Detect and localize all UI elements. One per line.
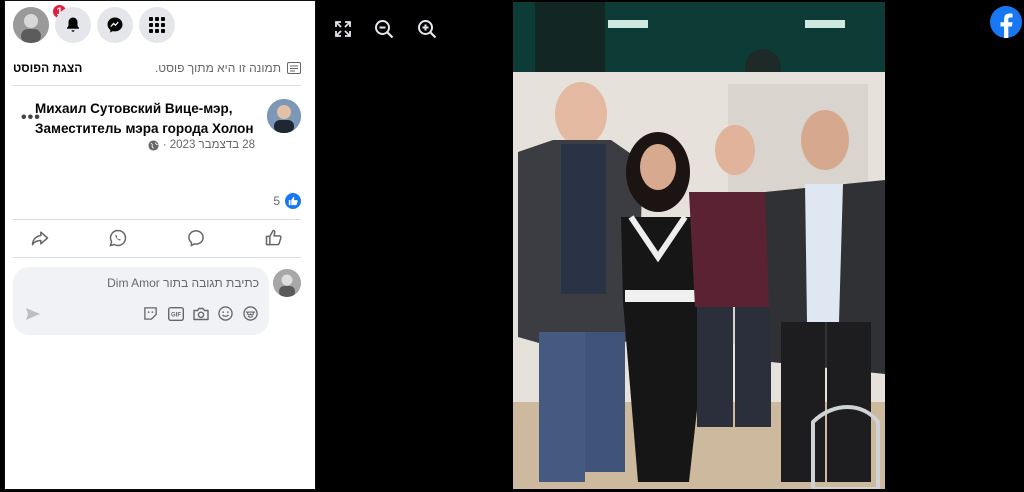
divider [13,219,301,220]
like-button[interactable] [263,227,285,249]
emoji-icon [218,306,233,321]
fullscreen-button[interactable] [332,18,354,40]
whatsapp-button[interactable] [107,227,129,249]
share-button[interactable] [29,227,51,249]
reaction-summary[interactable]: 5 [273,193,301,209]
send-icon[interactable] [25,307,41,321]
expand-icon [335,21,351,37]
avatar-sticker-button[interactable] [242,305,259,322]
photo-from-post-text: תמונה זו היא מתוך פוסט. [154,61,281,75]
comment-button[interactable] [185,227,207,249]
divider [13,257,301,258]
menu-button[interactable] [139,7,175,43]
menu-grid-icon [149,17,165,33]
sticker-icon [144,307,157,320]
like-reaction-icon [285,193,301,209]
commenter-avatar[interactable] [273,269,301,297]
globe-icon [148,139,159,151]
gif-icon: GIF [167,306,184,321]
post-date[interactable]: 28 בדצמבר 2023 · [148,139,255,151]
zoom-in-button[interactable] [416,18,438,40]
like-icon [265,229,282,246]
gif-button[interactable]: GIF [167,305,184,322]
author-name[interactable]: Михаил Сутовский Вице-мэр, Заместитель м… [35,99,255,139]
post-panel: 1 הצגת הפוסט [4,0,316,490]
post-photo [513,2,885,489]
facebook-f-icon [1000,13,1013,38]
author-avatar[interactable] [267,99,301,133]
messenger-button[interactable] [97,7,133,43]
camera-icon [192,307,209,320]
comment-composer: כתיבת תגובה בתור Dim Amor GIF [13,267,301,337]
post-date-text: 28 בדצמבר 2023 · [162,139,255,151]
avatar-sticker-icon [243,306,258,321]
comment-icon [188,230,204,247]
commenter-photo [273,269,301,297]
share-icon [31,231,49,246]
post-actions [13,223,301,253]
emoji-button[interactable] [217,305,234,322]
messenger-icon [107,17,123,33]
comment-tools: GIF [142,305,259,322]
zoom-out-icon [375,20,394,39]
zoom-out-button[interactable] [373,18,395,40]
zoom-in-icon [418,20,437,39]
divider [13,85,301,86]
post-header-row: הצגת הפוסט תמונה זו היא מתוך פוסט. [13,57,301,79]
svg-text:GIF: GIF [171,312,181,318]
author-photo [267,99,301,133]
top-bar: 1 [5,1,315,49]
post-author-row: ••• Михаил Сутовский Вице-мэр, Заместите… [13,97,301,153]
facebook-logo-icon[interactable] [990,6,1022,38]
notifications-button[interactable] [55,7,91,43]
profile-photo [13,7,49,43]
view-post-link[interactable]: הצגת הפוסט [13,61,82,75]
photo-from-post-note: תמונה זו היא מתוך פוסט. [155,61,301,75]
account-avatar[interactable] [13,7,49,43]
whatsapp-icon [109,229,127,247]
reaction-count: 5 [273,194,280,208]
sticker-button[interactable] [142,305,159,322]
group-photo [513,2,885,489]
post-icon [287,62,301,74]
comment-input[interactable]: כתיבת תגובה בתור Dim Amor GIF [13,267,269,335]
photo-button[interactable] [192,305,209,322]
bell-icon [67,17,79,32]
comment-placeholder: כתיבת תגובה בתור Dim Amor [107,276,259,290]
